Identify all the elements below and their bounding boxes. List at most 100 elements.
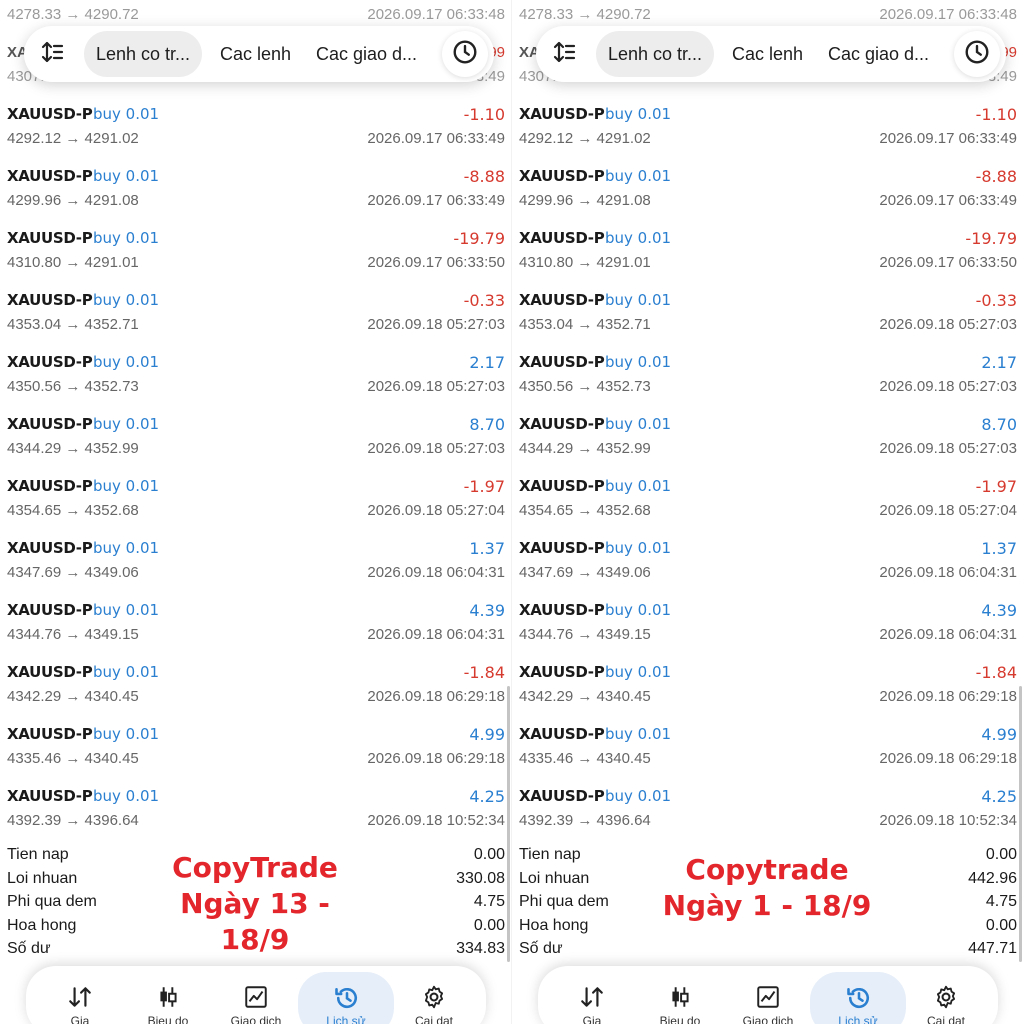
ghost-prices: 4278.33 → 4290.72 (519, 6, 651, 23)
tab-deals[interactable]: Cac giao d... (316, 31, 417, 77)
order-row[interactable]: XAUUSD-P buy 0.01 -0.33 4353.04 → 4352.71 20… (512, 288, 1024, 350)
tab-open-positions[interactable]: Lenh co tr... (84, 31, 203, 77)
order-direction: buy 0.01 (605, 787, 672, 805)
order-profit: 1.37 (981, 539, 1017, 558)
order-symbol: XAUUSD-P (7, 787, 93, 805)
sort-button[interactable] (28, 30, 76, 78)
order-row[interactable]: XAUUSD-P buy 0.01 -19.79 4310.80 → 4291.01 2… (0, 226, 512, 288)
order-profit: 1.37 (469, 539, 505, 558)
history-period-button[interactable] (954, 31, 1000, 77)
tab-orders[interactable]: Cac lenh (732, 31, 803, 77)
order-row[interactable]: XAUUSD-P buy 0.01 4.39 4344.76 → 4349.15 202… (0, 598, 512, 660)
nav-bieu-do[interactable]: Bieu do (122, 966, 214, 1024)
order-row[interactable]: XAUUSD-P buy 0.01 -1.10 4292.12 → 4291.02 20… (0, 102, 512, 164)
order-time: 2026.09.18 05:27:03 (367, 378, 505, 395)
order-row[interactable]: XAUUSD-P buy 0.01 -1.84 4342.29 → 4340.45 20… (512, 660, 1024, 722)
order-prices: 4310.80 → 4291.01 (7, 254, 139, 271)
overlay-caption: CopyTrade Ngày 13 - 18/9 (150, 850, 360, 958)
order-row[interactable]: XAUUSD-P buy 0.01 1.37 4347.69 → 4349.06 202… (512, 536, 1024, 598)
nav-lich-sử[interactable]: Lich sử (810, 972, 906, 1024)
order-row[interactable]: XAUUSD-P buy 0.01 4.39 4344.76 → 4349.15 202… (512, 598, 1024, 660)
gear-icon (933, 984, 959, 1010)
panel-left: 4278.33 → 4290.722026.09.17 06:33:48XAbu… (0, 0, 512, 1024)
summary-value: 442.96 (968, 869, 1017, 887)
nav-lich-sử[interactable]: Lich sử (298, 972, 394, 1024)
summary-label: Hoa hong (519, 916, 589, 934)
bottom-navigation: Gia Bieu do Giao dich Lich sử Cai dat (26, 966, 486, 1024)
order-profit: -8.88 (975, 167, 1017, 186)
scrollbar[interactable] (1019, 686, 1022, 962)
top-toolbar: Lenh co tr... Cac lenh Cac giao d... (24, 26, 494, 82)
order-row[interactable]: XAUUSD-P buy 0.01 -1.10 4292.12 → 4291.02 20… (512, 102, 1024, 164)
order-row[interactable]: XAUUSD-P buy 0.01 1.37 4347.69 → 4349.06 202… (0, 536, 512, 598)
nav-bieu-do[interactable]: Bieu do (634, 966, 726, 1024)
overlay-caption: Copytrade Ngày 1 - 18/9 (662, 852, 872, 924)
order-profit: 8.70 (469, 415, 505, 434)
order-time: 2026.09.18 05:27:03 (879, 316, 1017, 333)
order-row[interactable]: XAUUSD-P buy 0.01 4.25 4392.39 → 4396.64 202… (0, 784, 512, 846)
order-row[interactable]: XAUUSD-P buy 0.01 4.99 4335.46 → 4340.45 202… (512, 722, 1024, 784)
order-profit: -19.79 (965, 229, 1017, 248)
tab-orders[interactable]: Cac lenh (220, 31, 291, 77)
order-time: 2026.09.18 06:04:31 (367, 626, 505, 643)
order-prices: 4353.04 → 4352.71 (7, 316, 139, 333)
history-icon (333, 984, 359, 1010)
order-list: XAUUSD-P buy 0.01 -1.10 4292.12 → 4291.02 20… (512, 102, 1024, 846)
order-row[interactable]: XAUUSD-P buy 0.01 -0.33 4353.04 → 4352.71 20… (0, 288, 512, 350)
sort-button[interactable] (540, 30, 588, 78)
order-profit: -1.97 (463, 477, 505, 496)
nav-cai-dat[interactable]: Cai dat (388, 966, 480, 1024)
order-row[interactable]: XAUUSD-P buy 0.01 2.17 4350.56 → 4352.73 202… (0, 350, 512, 412)
order-symbol: XAUUSD-P (519, 105, 605, 123)
nav-gia[interactable]: Gia (34, 966, 126, 1024)
order-profit: 4.39 (469, 601, 505, 620)
order-row[interactable]: XAUUSD-P buy 0.01 -1.97 4354.65 → 4352.68 20… (0, 474, 512, 536)
order-row[interactable]: XAUUSD-P buy 0.01 4.99 4335.46 → 4340.45 202… (0, 722, 512, 784)
order-profit: -1.97 (975, 477, 1017, 496)
order-profit: 4.25 (981, 787, 1017, 806)
order-row[interactable]: XAUUSD-P buy 0.01 2.17 4350.56 → 4352.73 202… (512, 350, 1024, 412)
summary-label: Tien nap (519, 846, 581, 863)
summary-label: Phi qua dem (519, 893, 609, 910)
order-prices: 4299.96 → 4291.08 (7, 192, 139, 209)
order-direction: buy 0.01 (93, 725, 160, 743)
order-profit: -1.10 (975, 105, 1017, 124)
tab-open-positions[interactable]: Lenh co tr... (596, 31, 715, 77)
history-period-button[interactable] (442, 31, 488, 77)
order-prices: 4350.56 → 4352.73 (519, 378, 651, 395)
order-row[interactable]: XAUUSD-P buy 0.01 8.70 4344.29 → 4352.99 202… (512, 412, 1024, 474)
nav-giao-dich[interactable]: Giao dich (722, 966, 814, 1024)
tab-deals[interactable]: Cac giao d... (828, 31, 929, 77)
nav-label: Bieu do (147, 1014, 189, 1024)
order-row[interactable]: XAUUSD-P buy 0.01 -19.79 4310.80 → 4291.01 2… (512, 226, 1024, 288)
order-prices: 4392.39 → 4396.64 (519, 812, 651, 829)
nav-gia[interactable]: Gia (546, 966, 638, 1024)
nav-label: Lich sử (838, 1014, 878, 1024)
order-prices: 4292.12 → 4291.02 (7, 130, 139, 147)
order-row[interactable]: XAUUSD-P buy 0.01 -1.84 4342.29 → 4340.45 20… (0, 660, 512, 722)
order-time: 2026.09.18 06:29:18 (367, 688, 505, 705)
nav-cai-dat[interactable]: Cai dat (900, 966, 992, 1024)
order-time: 2026.09.18 05:27:03 (879, 378, 1017, 395)
scrollbar[interactable] (507, 686, 510, 962)
order-symbol: XAUUSD-P (7, 353, 93, 371)
order-symbol: XAUUSD-P (519, 477, 605, 495)
order-row[interactable]: XAUUSD-P buy 0.01 -1.97 4354.65 → 4352.68 20… (512, 474, 1024, 536)
candlestick-icon (667, 984, 693, 1010)
summary-label: Số dư (519, 940, 563, 957)
order-symbol: XAUUSD-P (519, 601, 605, 619)
nav-giao-dich[interactable]: Giao dich (210, 966, 302, 1024)
order-row[interactable]: XAUUSD-P buy 0.01 -8.88 4299.96 → 4291.08 20… (512, 164, 1024, 226)
trade-chart-icon (755, 984, 781, 1010)
order-direction: buy 0.01 (93, 477, 160, 495)
nav-label: Gia (582, 1014, 602, 1024)
order-row[interactable]: XAUUSD-P buy 0.01 -8.88 4299.96 → 4291.08 20… (0, 164, 512, 226)
order-symbol: XAUUSD-P (7, 167, 93, 185)
summary-value: 4.75 (473, 893, 505, 910)
order-symbol: XAUUSD-P (7, 229, 93, 247)
order-symbol: XAUUSD-P (7, 725, 93, 743)
order-profit: -8.88 (463, 167, 505, 186)
order-row[interactable]: XAUUSD-P buy 0.01 4.25 4392.39 → 4396.64 202… (512, 784, 1024, 846)
order-row[interactable]: XAUUSD-P buy 0.01 8.70 4344.29 → 4352.99 202… (0, 412, 512, 474)
order-time: 2026.09.18 06:04:31 (879, 626, 1017, 643)
